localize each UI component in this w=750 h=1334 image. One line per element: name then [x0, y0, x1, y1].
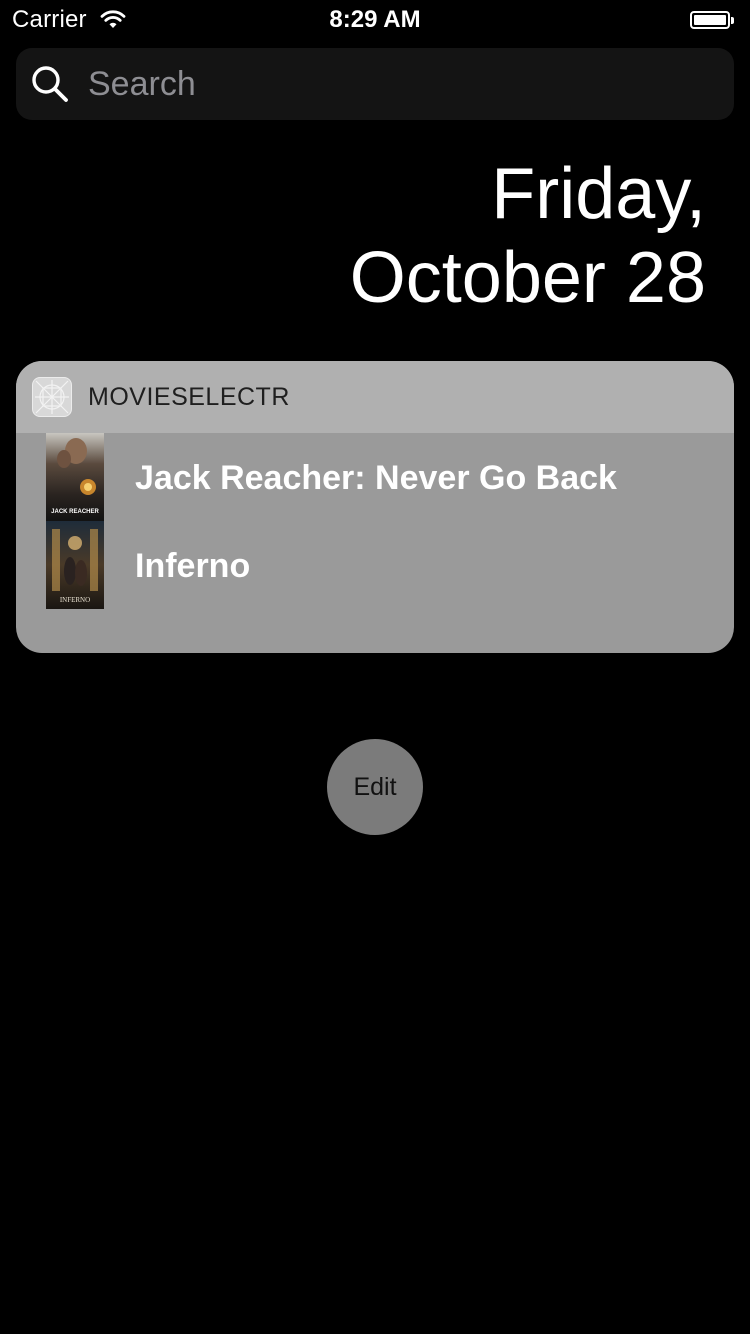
edit-button[interactable]: Edit: [327, 739, 423, 835]
date-month-day: October 28: [349, 238, 706, 318]
movieselectr-widget[interactable]: MOVIESELECTR JACK REACHER Jack Reacher: …: [16, 361, 734, 653]
movie-title: Jack Reacher: Never Go Back: [135, 459, 617, 497]
date-display: Friday, October 28: [106, 152, 706, 320]
widget-header[interactable]: MOVIESELECTR: [16, 361, 734, 433]
status-time: 8:29 AM: [329, 6, 421, 33]
battery-fill: [694, 15, 726, 25]
widget-app-name: MOVIESELECTR: [88, 383, 290, 411]
search-icon: [32, 66, 68, 102]
poster-text: JACK REACHER: [51, 509, 99, 515]
battery-icon: [690, 11, 734, 29]
movie-row[interactable]: INFERNO Inferno: [16, 521, 734, 609]
movie-title: Inferno: [135, 547, 251, 585]
movie-poster: INFERNO: [46, 521, 104, 609]
status-bar: Carrier 8:29 AM: [0, 0, 750, 40]
poster-text: INFERNO: [60, 596, 90, 604]
date-weekday: Friday,: [491, 154, 706, 234]
movie-row[interactable]: JACK REACHER Jack Reacher: Never Go Back: [16, 433, 734, 521]
movie-poster: JACK REACHER: [46, 433, 104, 521]
search-input[interactable]: [88, 60, 708, 108]
app-icon: [32, 377, 72, 417]
